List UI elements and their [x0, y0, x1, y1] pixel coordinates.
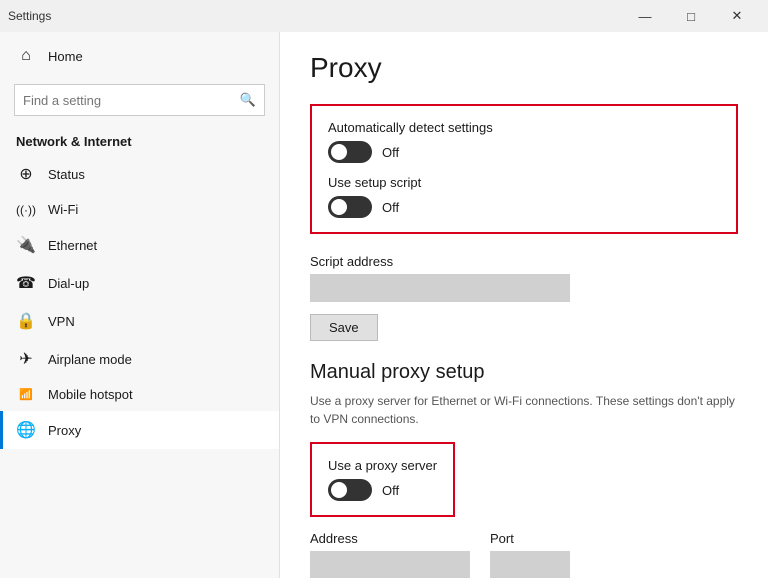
- use-proxy-toggle-row: Off: [328, 479, 437, 501]
- address-input[interactable]: [310, 551, 470, 578]
- address-field: Address: [310, 531, 470, 578]
- sidebar-item-airplane-label: Airplane mode: [48, 352, 132, 367]
- proxy-icon: 🌐: [16, 420, 36, 440]
- dialup-icon: ☎: [16, 273, 36, 293]
- sidebar: ⌂ Home 🔍 Network & Internet ⊕ Status ((·…: [0, 32, 280, 578]
- sidebar-item-vpn[interactable]: 🔒 VPN: [0, 302, 279, 340]
- search-icon: 🔍: [240, 92, 256, 108]
- window-title: Settings: [8, 9, 51, 23]
- manual-proxy-title: Manual proxy setup: [310, 361, 738, 384]
- address-port-row: Address Port: [310, 531, 738, 578]
- sidebar-item-status[interactable]: ⊕ Status: [0, 155, 279, 193]
- sidebar-item-hotspot-label: Mobile hotspot: [48, 387, 133, 402]
- wifi-icon: ((·)): [16, 203, 36, 217]
- auto-detect-toggle[interactable]: [328, 141, 372, 163]
- home-icon: ⌂: [16, 47, 36, 65]
- sidebar-item-proxy-label: Proxy: [48, 423, 81, 438]
- sidebar-item-wifi-label: Wi-Fi: [48, 202, 78, 217]
- use-proxy-toggle[interactable]: [328, 479, 372, 501]
- save-button[interactable]: Save: [310, 314, 378, 341]
- status-icon: ⊕: [16, 164, 36, 184]
- use-proxy-label: Use a proxy server: [328, 458, 437, 473]
- sidebar-item-home-label: Home: [48, 49, 83, 64]
- minimize-button[interactable]: —: [622, 0, 668, 32]
- close-button[interactable]: ✕: [714, 0, 760, 32]
- manual-proxy-desc: Use a proxy server for Ethernet or Wi-Fi…: [310, 392, 738, 428]
- sidebar-item-ethernet-label: Ethernet: [48, 238, 97, 253]
- setup-script-toggle[interactable]: [328, 196, 372, 218]
- sidebar-category: Network & Internet: [0, 126, 279, 155]
- maximize-button[interactable]: □: [668, 0, 714, 32]
- sidebar-item-dialup[interactable]: ☎ Dial-up: [0, 264, 279, 302]
- sidebar-item-airplane[interactable]: ✈ Airplane mode: [0, 340, 279, 378]
- sidebar-search[interactable]: 🔍: [14, 84, 265, 116]
- port-label: Port: [490, 531, 570, 546]
- setup-script-state: Off: [382, 200, 399, 215]
- search-input[interactable]: [23, 93, 240, 108]
- airplane-icon: ✈: [16, 349, 36, 369]
- sidebar-item-hotspot[interactable]: 📶 Mobile hotspot: [0, 378, 279, 411]
- page-title: Proxy: [310, 52, 738, 84]
- sidebar-item-dialup-label: Dial-up: [48, 276, 89, 291]
- address-label: Address: [310, 531, 470, 546]
- setup-script-toggle-row: Off: [328, 196, 720, 218]
- auto-detect-toggle-row: Off: [328, 141, 720, 163]
- setup-script-label: Use setup script: [328, 175, 720, 190]
- use-proxy-section: Use a proxy server Off: [310, 442, 455, 517]
- script-address-label: Script address: [310, 254, 738, 269]
- port-input[interactable]: [490, 551, 570, 578]
- sidebar-item-vpn-label: VPN: [48, 314, 75, 329]
- hotspot-icon: 📶: [16, 388, 36, 401]
- automatic-proxy-section: Automatically detect settings Off Use se…: [310, 104, 738, 234]
- vpn-icon: 🔒: [16, 311, 36, 331]
- sidebar-item-status-label: Status: [48, 167, 85, 182]
- use-proxy-state: Off: [382, 483, 399, 498]
- port-field: Port: [490, 531, 570, 578]
- sidebar-item-ethernet[interactable]: 🔌 Ethernet: [0, 226, 279, 264]
- sidebar-item-wifi[interactable]: ((·)) Wi-Fi: [0, 193, 279, 226]
- content-area: Proxy Automatically detect settings Off …: [280, 32, 768, 578]
- sidebar-item-proxy[interactable]: 🌐 Proxy: [0, 411, 279, 449]
- window-controls: — □ ✕: [622, 0, 760, 32]
- title-bar: Settings — □ ✕: [0, 0, 768, 32]
- auto-detect-label: Automatically detect settings: [328, 120, 720, 135]
- ethernet-icon: 🔌: [16, 235, 36, 255]
- app-body: ⌂ Home 🔍 Network & Internet ⊕ Status ((·…: [0, 32, 768, 578]
- auto-detect-state: Off: [382, 145, 399, 160]
- sidebar-item-home[interactable]: ⌂ Home: [0, 38, 279, 74]
- script-address-input[interactable]: [310, 274, 570, 302]
